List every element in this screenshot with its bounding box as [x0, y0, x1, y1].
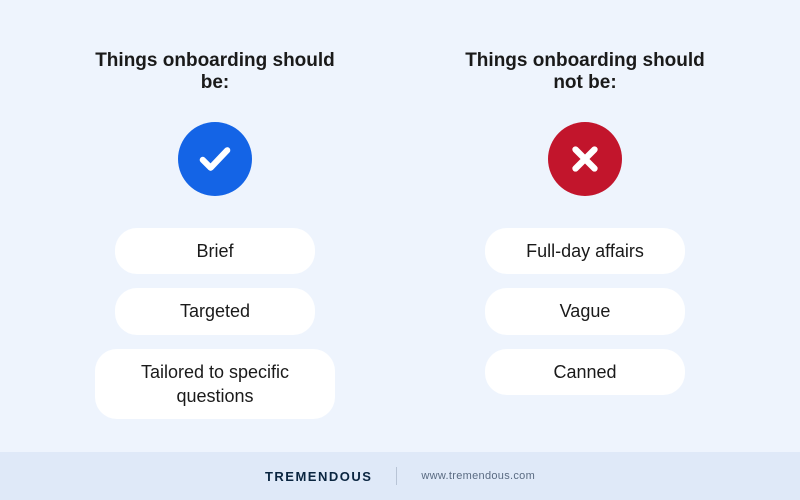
- footer: TREMENDOUS www.tremendous.com: [0, 452, 800, 500]
- list-item: Targeted: [115, 288, 315, 334]
- comparison-container: Things onboarding should be: Brief Targe…: [0, 0, 800, 450]
- should-be-heading: Things onboarding should be:: [80, 50, 350, 94]
- should-not-be-column: Things onboarding should not be: Full-da…: [450, 50, 720, 450]
- list-item: Canned: [485, 349, 685, 395]
- should-be-column: Things onboarding should be: Brief Targe…: [80, 50, 350, 450]
- list-item: Full-day affairs: [485, 228, 685, 274]
- cross-icon: [548, 122, 622, 196]
- list-item: Tailored to specific questions: [95, 349, 335, 420]
- list-item: Vague: [485, 288, 685, 334]
- footer-url: www.tremendous.com: [421, 470, 535, 482]
- should-not-be-heading: Things onboarding should not be:: [450, 50, 720, 94]
- footer-divider: [396, 467, 397, 485]
- brand-logo: TREMENDOUS: [265, 469, 372, 484]
- list-item: Brief: [115, 228, 315, 274]
- check-icon: [178, 122, 252, 196]
